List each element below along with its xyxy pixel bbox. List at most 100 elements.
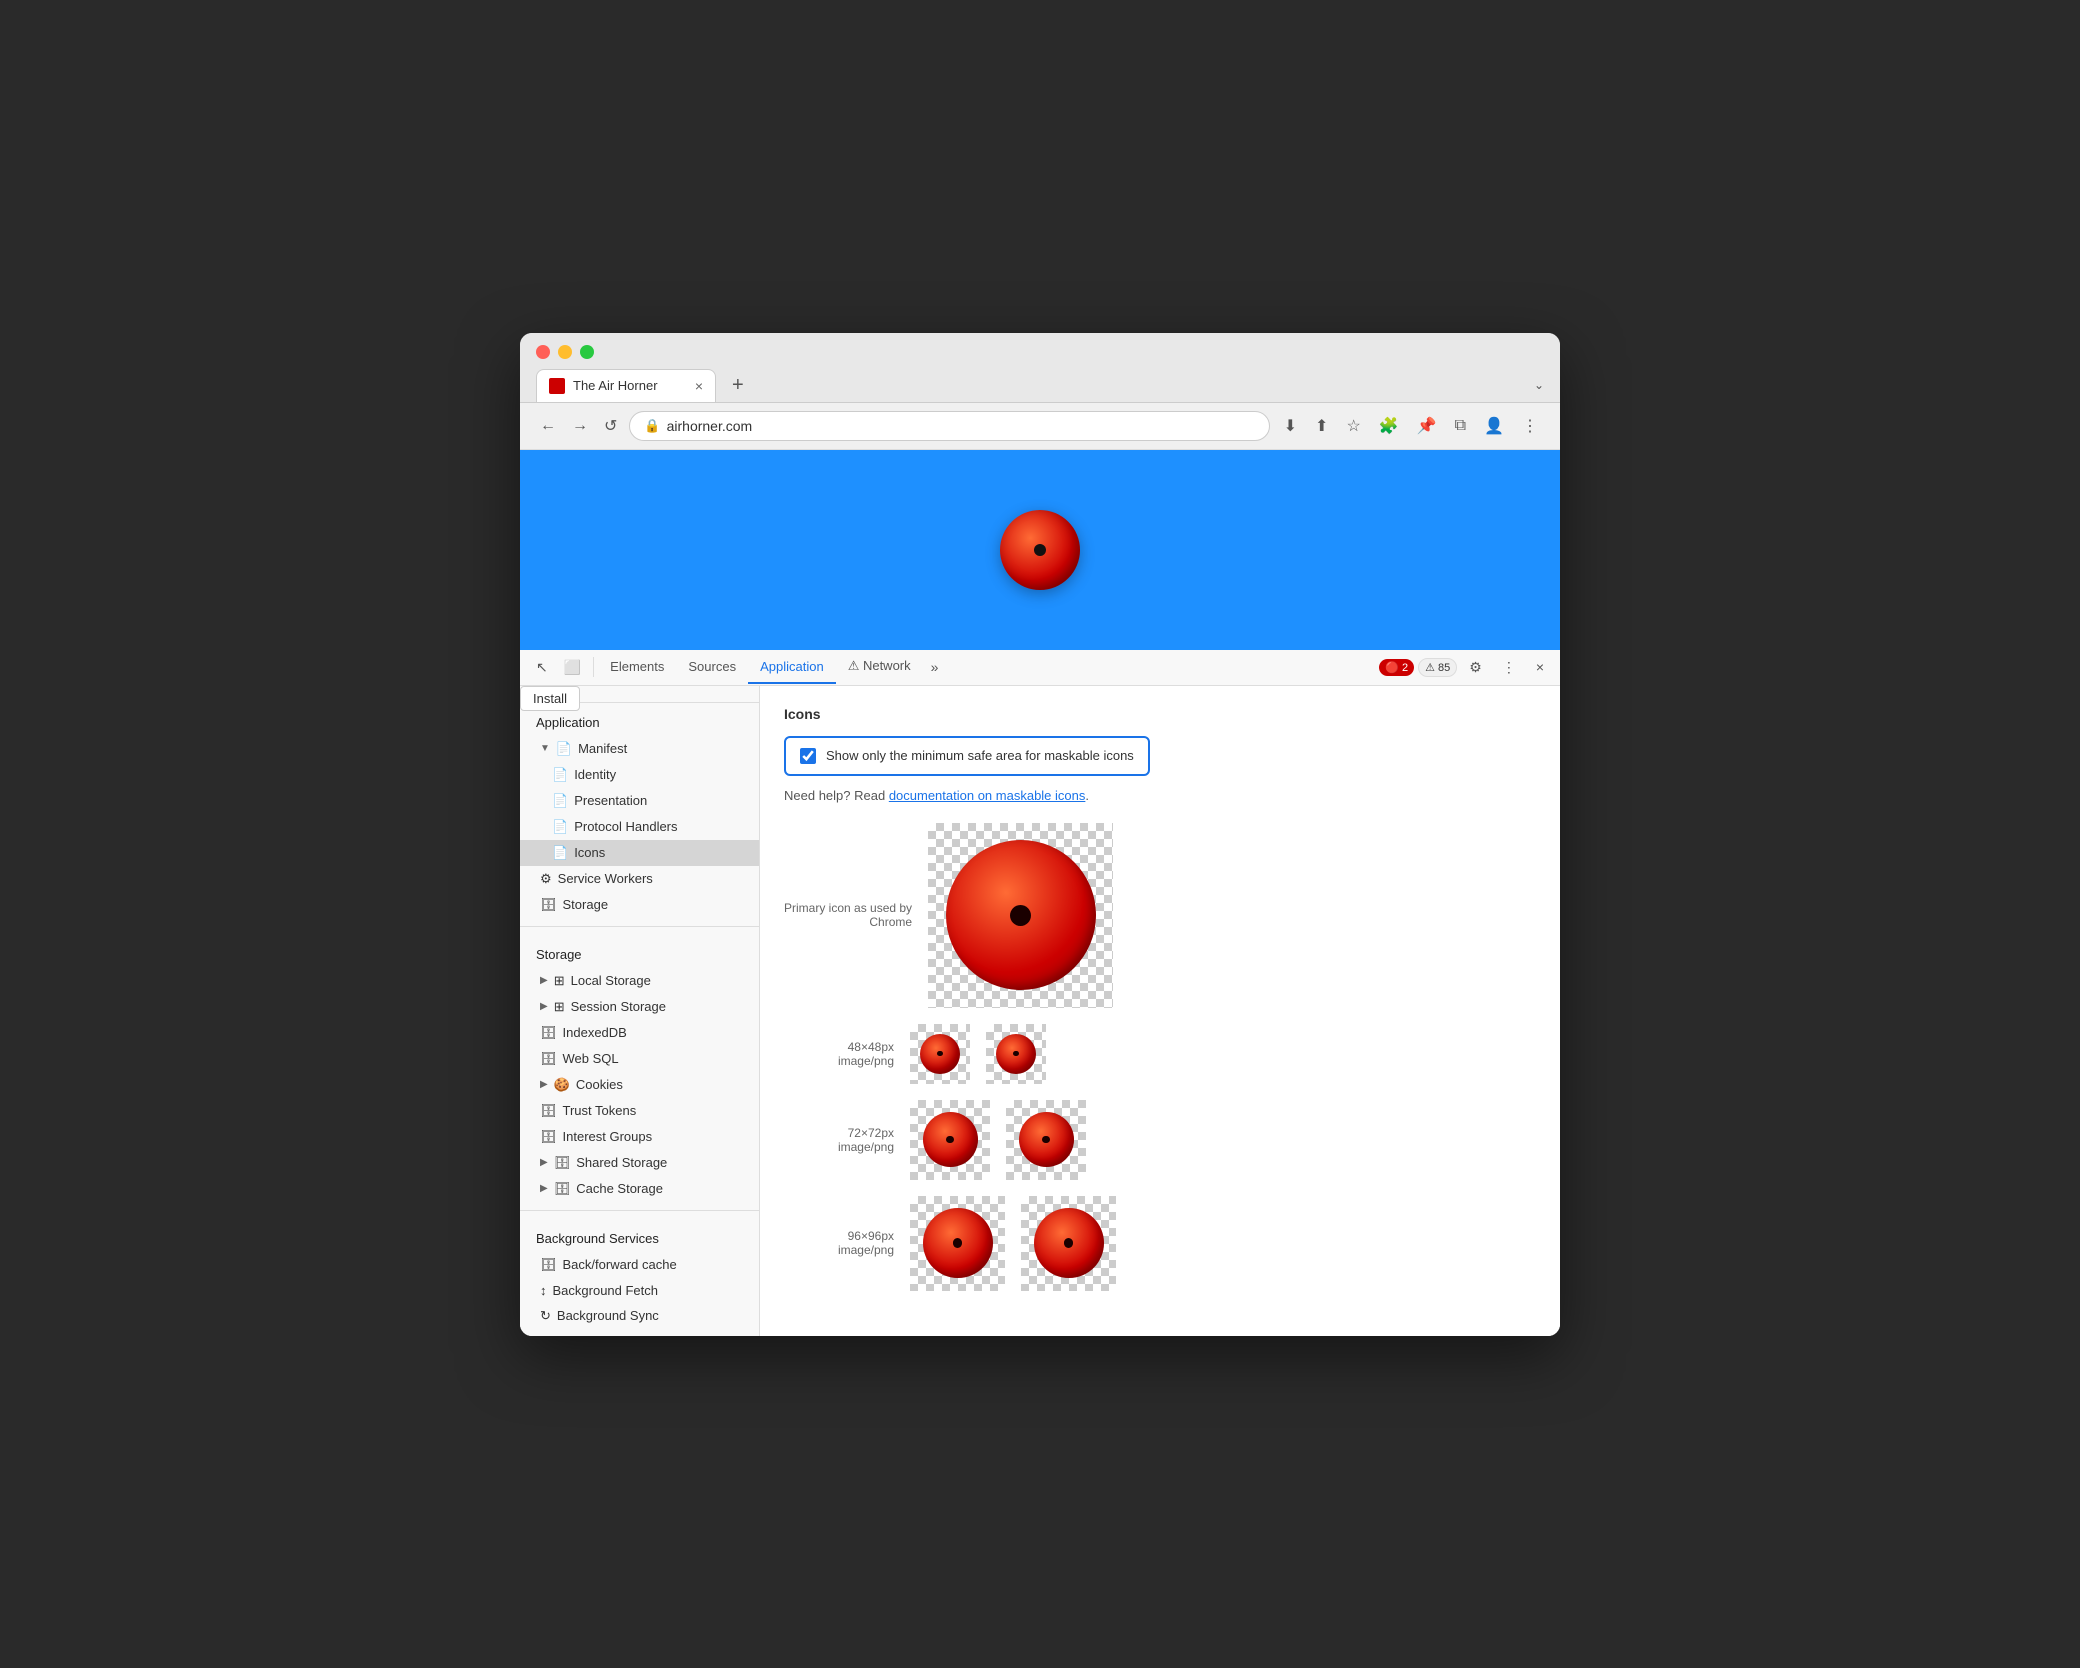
sidebar-item-background-fetch[interactable]: ↕ Background Fetch xyxy=(520,1278,759,1303)
indexed-db-icon: 🗄 xyxy=(540,1025,557,1041)
sidebar-item-interest-groups[interactable]: 🗄 Interest Groups xyxy=(520,1124,759,1150)
icon-72-preview-2 xyxy=(1006,1100,1086,1180)
install-wrapper: Install xyxy=(520,686,759,703)
sidebar-divider-2 xyxy=(520,1210,759,1211)
share-icon-button[interactable]: ⬆ xyxy=(1309,412,1334,440)
storage-label: Storage xyxy=(563,897,609,912)
window-controls xyxy=(536,345,1544,359)
error-count: 🔴 2 xyxy=(1385,661,1408,674)
storage-icon: 🗄 xyxy=(540,897,557,913)
presentation-label: Presentation xyxy=(574,793,647,808)
primary-icon-label: Primary icon as used by Chrome xyxy=(784,901,912,929)
sidebar-item-presentation[interactable]: 📄 Presentation xyxy=(520,788,759,814)
devtools-close-button[interactable]: × xyxy=(1528,653,1552,681)
identity-icon: 📄 xyxy=(552,767,568,783)
browser-toolbar: ⬇ ⬆ ☆ 🧩 📌 ⧉ 👤 ⋮ xyxy=(1278,412,1544,440)
sidebar-item-background-sync[interactable]: ↻ Background Sync xyxy=(520,1303,759,1329)
inspect-element-button[interactable]: ↖ xyxy=(528,653,556,682)
maximize-button[interactable] xyxy=(580,345,594,359)
sidebar-item-web-sql[interactable]: 🗄 Web SQL xyxy=(520,1046,759,1072)
star-icon-button[interactable]: ☆ xyxy=(1340,412,1366,440)
back-button[interactable]: ← xyxy=(536,413,560,439)
tab-title: The Air Horner xyxy=(573,378,658,393)
device-toolbar-button[interactable]: ⬜ xyxy=(556,653,589,682)
sidebar-item-cookies[interactable]: ▶ 🍪 Cookies xyxy=(520,1072,759,1098)
reload-button[interactable]: ↺ xyxy=(600,412,621,440)
protocol-handlers-icon: 📄 xyxy=(552,819,568,835)
maskable-icons-docs-link[interactable]: documentation on maskable icons xyxy=(889,788,1086,803)
minimize-button[interactable] xyxy=(558,345,572,359)
sidebar-item-local-storage[interactable]: ▶ ⊞ Local Storage xyxy=(520,968,759,994)
background-section-title: Background Services xyxy=(520,1219,759,1252)
icon-48-preview-1 xyxy=(910,1024,970,1084)
sidebar-item-cache-storage[interactable]: ▶ 🗄 Cache Storage xyxy=(520,1176,759,1202)
tab-sources[interactable]: Sources xyxy=(676,651,748,684)
maskable-icons-checkbox-container[interactable]: Show only the minimum safe area for mask… xyxy=(784,736,1150,776)
sidebar-item-indexed-db[interactable]: 🗄 IndexedDB xyxy=(520,1020,759,1046)
local-storage-arrow: ▶ xyxy=(540,975,548,986)
icons-grid: Primary icon as used by Chrome 48×48px i… xyxy=(784,823,1536,1291)
warning-badge: ⚠ 85 xyxy=(1418,658,1457,677)
sidebar-item-manifest[interactable]: ▼ 📄 Manifest xyxy=(520,736,759,762)
indexed-db-label: IndexedDB xyxy=(563,1025,627,1040)
split-view-button[interactable]: ⧉ xyxy=(1449,413,1472,439)
shared-storage-label: Shared Storage xyxy=(576,1155,667,1170)
sidebar-item-service-workers[interactable]: ⚙ Service Workers xyxy=(520,866,759,892)
browser-tab[interactable]: The Air Horner × xyxy=(536,369,716,402)
download-icon-button[interactable]: ⬇ xyxy=(1278,412,1303,440)
icon-72-airhorner-1 xyxy=(923,1112,978,1167)
sidebar-item-shared-storage[interactable]: ▶ 🗄 Shared Storage xyxy=(520,1150,759,1176)
icon-96-airhorner-2 xyxy=(1034,1208,1104,1278)
tab-menu-arrow[interactable]: ⌄ xyxy=(1534,378,1544,392)
sidebar-item-storage[interactable]: 🗄 Storage xyxy=(520,892,759,918)
pin-icon-button[interactable]: 📌 xyxy=(1411,412,1443,440)
tab-network[interactable]: ⚠ Network xyxy=(836,650,923,684)
devtools-sidebar: Install Application ▼ 📄 Manifest 📄 Ident… xyxy=(520,686,760,1336)
error-badge: 🔴 2 xyxy=(1379,659,1414,676)
sidebar-item-trust-tokens[interactable]: 🗄 Trust Tokens xyxy=(520,1098,759,1124)
sidebar-divider-1 xyxy=(520,926,759,927)
icon-96-airhorner-1 xyxy=(923,1208,993,1278)
session-storage-label: Session Storage xyxy=(571,999,666,1014)
icon-96-preview-2 xyxy=(1021,1196,1116,1291)
sidebar-item-back-forward-cache[interactable]: 🗄 Back/forward cache xyxy=(520,1252,759,1278)
url-bar[interactable]: 🔒 airhorner.com xyxy=(629,411,1269,441)
primary-icon-preview xyxy=(928,823,1113,1008)
lock-icon: 🔒 xyxy=(644,418,660,434)
browser-menu-button[interactable]: ⋮ xyxy=(1516,412,1544,440)
primary-icon-row: Primary icon as used by Chrome xyxy=(784,823,1536,1008)
new-tab-button[interactable]: + xyxy=(724,370,752,401)
sidebar-item-identity[interactable]: 📄 Identity xyxy=(520,762,759,788)
tab-favicon xyxy=(549,378,565,394)
install-button[interactable]: Install xyxy=(520,686,580,711)
browser-window: The Air Horner × + ⌄ ← → ↺ 🔒 airhorner.c… xyxy=(520,333,1560,1336)
tab-elements[interactable]: Elements xyxy=(598,651,676,684)
extension-icon-button[interactable]: 🧩 xyxy=(1373,412,1405,440)
close-button[interactable] xyxy=(536,345,550,359)
icon-48-airhorner-1 xyxy=(920,1034,960,1074)
cookies-label: Cookies xyxy=(576,1077,623,1092)
warning-count: ⚠ 85 xyxy=(1425,661,1450,674)
devtools-more-button[interactable]: ⋮ xyxy=(1494,653,1524,682)
airhorner-logo xyxy=(1000,510,1080,590)
session-storage-icon: ⊞ xyxy=(554,999,565,1015)
icon-96-preview-1 xyxy=(910,1196,1005,1291)
main-panel: Icons Show only the minimum safe area fo… xyxy=(760,686,1560,1336)
devtools-settings-button[interactable]: ⚙ xyxy=(1461,653,1490,682)
more-tabs-button[interactable]: » xyxy=(923,653,947,681)
forward-button[interactable]: → xyxy=(568,413,592,439)
interest-groups-label: Interest Groups xyxy=(563,1129,653,1144)
shared-storage-arrow: ▶ xyxy=(540,1157,548,1168)
profile-button[interactable]: 👤 xyxy=(1478,412,1510,440)
back-forward-cache-icon: 🗄 xyxy=(540,1257,557,1273)
sidebar-item-session-storage[interactable]: ▶ ⊞ Session Storage xyxy=(520,994,759,1020)
maskable-icons-checkbox[interactable] xyxy=(800,748,816,764)
presentation-icon: 📄 xyxy=(552,793,568,809)
interest-groups-icon: 🗄 xyxy=(540,1129,557,1145)
devtools-tabs: Elements Sources Application ⚠ Network » xyxy=(598,650,1379,684)
sidebar-item-icons[interactable]: 📄 Icons xyxy=(520,840,759,866)
tab-close-button[interactable]: × xyxy=(695,378,703,394)
manifest-arrow: ▼ xyxy=(540,743,550,754)
sidebar-item-protocol-handlers[interactable]: 📄 Protocol Handlers xyxy=(520,814,759,840)
tab-application[interactable]: Application xyxy=(748,651,836,684)
